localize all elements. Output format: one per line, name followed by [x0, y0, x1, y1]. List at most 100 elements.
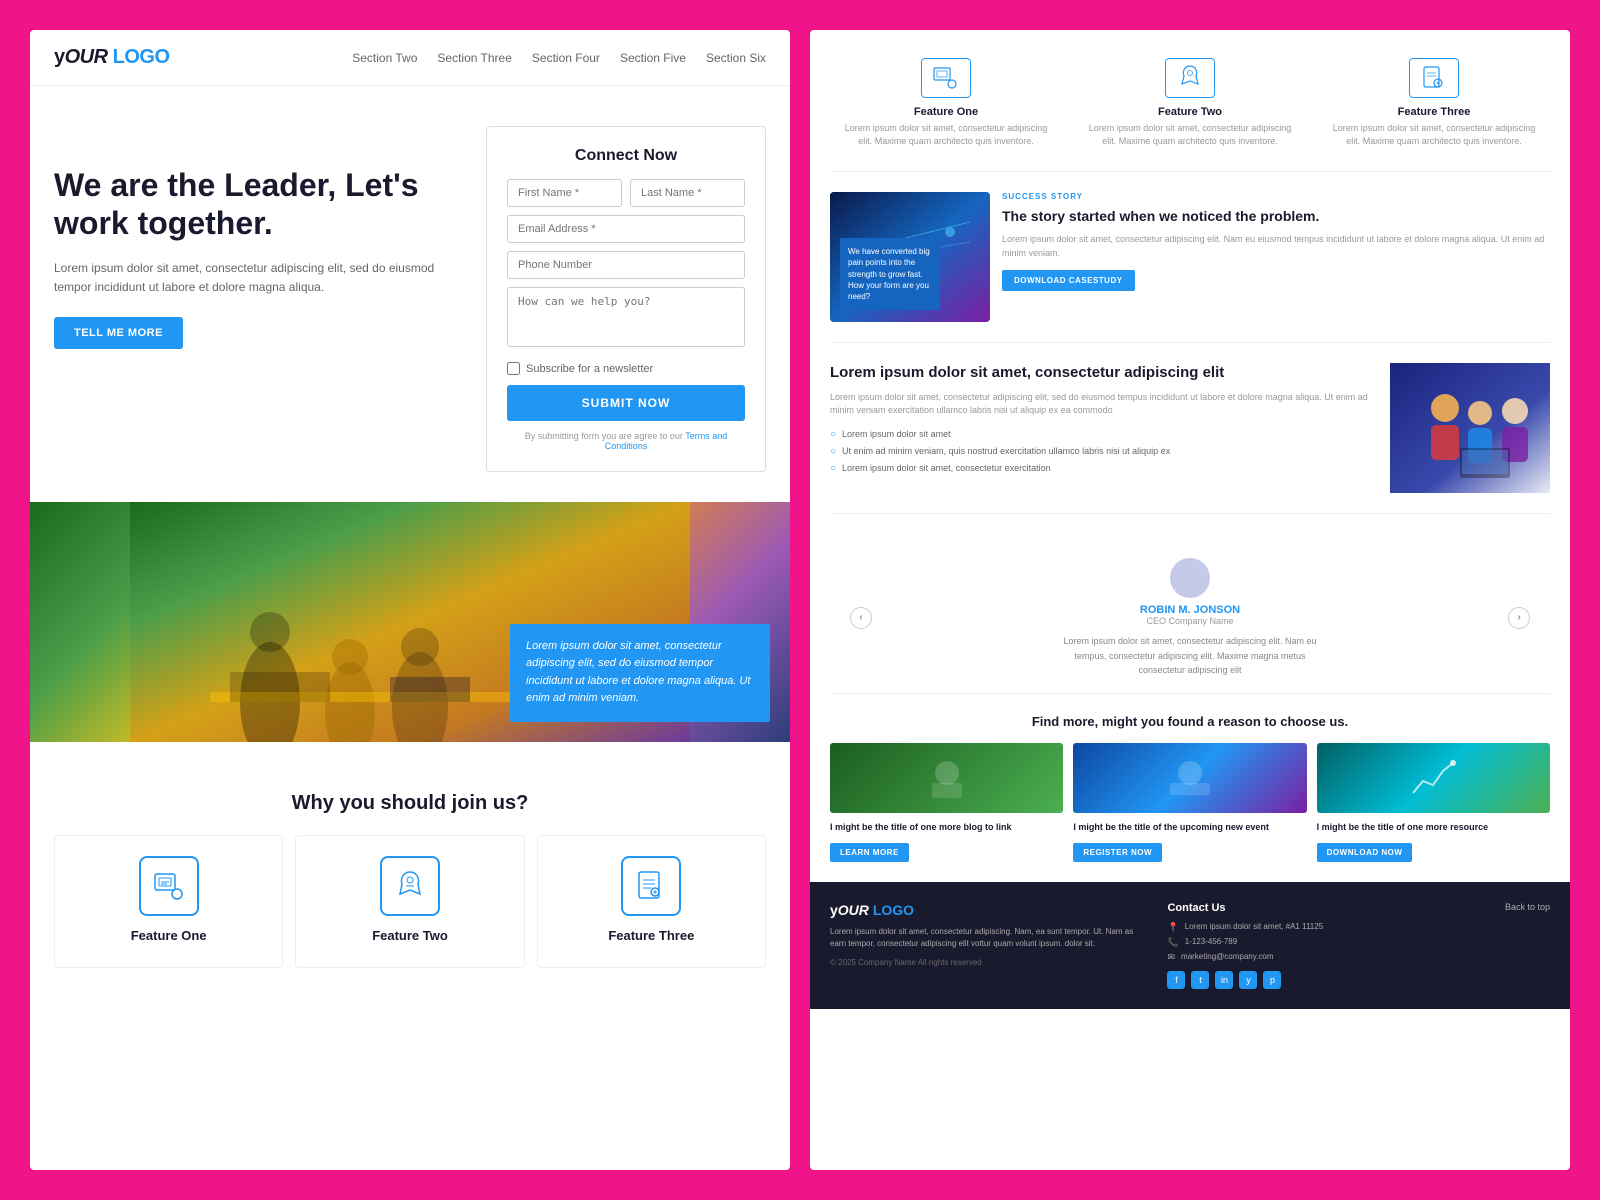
- about-list-item-1: Lorem ipsum dolor sit amet: [830, 426, 1378, 443]
- team-photo-section: Lorem ipsum dolor sit amet, consectetur …: [30, 502, 790, 742]
- top-feature-two-icon: [1165, 58, 1215, 98]
- footer-copyright: © 2025 Company Name All rights reserved: [830, 958, 1147, 967]
- story-overlay-text: We have converted big pain points into t…: [840, 238, 940, 310]
- register-now-button[interactable]: REGISTER NOW: [1073, 843, 1162, 862]
- tell-me-more-button[interactable]: TELL ME MORE: [54, 317, 183, 349]
- story-badge: SUCCESS STORY: [1002, 192, 1550, 201]
- footer-brand: yOUR LOGO Lorem ipsum dolor sit amet, co…: [830, 902, 1147, 967]
- feature-three-name: Feature Three: [550, 928, 753, 943]
- top-feature-2: Feature Two Lorem ipsum dolor sit amet, …: [1074, 50, 1306, 155]
- subscribe-row: Subscribe for a newsletter: [507, 362, 745, 375]
- facebook-icon[interactable]: f: [1167, 971, 1185, 989]
- story-image: We have converted big pain points into t…: [830, 192, 990, 322]
- right-panel: Feature One Lorem ipsum dolor sit amet, …: [810, 30, 1570, 1170]
- feature-card-1: Feature One: [54, 835, 283, 968]
- feature-one-icon: [139, 856, 199, 916]
- top-feature-three-icon: [1409, 58, 1459, 98]
- blog-image-3: [1317, 743, 1550, 813]
- why-join-title: Why you should join us?: [54, 792, 766, 815]
- testimonial-section: ‹ ROBIN M. JONSON CEO Company Name Lorem…: [830, 534, 1550, 694]
- nav-section-three[interactable]: Section Three: [437, 51, 512, 65]
- testimonial-name: ROBIN M. JONSON: [872, 604, 1508, 616]
- top-feature-one-icon: [921, 58, 971, 98]
- blog-title-3: I might be the title of one more resourc…: [1317, 821, 1550, 834]
- footer-contact: Contact Us 📍 Lorem ipsum dolor sit amet,…: [1167, 902, 1484, 989]
- features-row: Feature One Feature Two: [54, 835, 766, 968]
- logo: yOUR LOGO: [54, 46, 170, 69]
- top-feature-one-desc: Lorem ipsum dolor sit amet, consectetur …: [838, 122, 1054, 147]
- testimonial-avatar: [1170, 558, 1210, 598]
- nav-section-six[interactable]: Section Six: [706, 51, 766, 65]
- hero-section: We are the Leader, Let's work together. …: [30, 86, 790, 502]
- testimonial-text: Lorem ipsum dolor sit amet, consectetur …: [1060, 634, 1320, 677]
- download-casestudy-button[interactable]: DOWNLOAD CASESTUDY: [1002, 270, 1135, 291]
- about-content: Lorem ipsum dolor sit amet, consectetur …: [830, 363, 1378, 493]
- back-to-top-link[interactable]: Back to top: [1505, 902, 1550, 912]
- top-feature-1: Feature One Lorem ipsum dolor sit amet, …: [830, 50, 1062, 155]
- left-panel: yOUR LOGO Section Two Section Three Sect…: [30, 30, 790, 1170]
- footer-logo: yOUR LOGO: [830, 902, 1147, 918]
- learn-more-button[interactable]: LEARN MORE: [830, 843, 909, 862]
- form-disclaimer: By submitting form you are agree to our …: [507, 431, 745, 451]
- blog-image-2: [1073, 743, 1306, 813]
- testimonial-role: CEO Company Name: [872, 616, 1508, 626]
- download-now-button[interactable]: DOWNLOAD NOW: [1317, 843, 1413, 862]
- message-textarea[interactable]: [507, 287, 745, 347]
- about-image: [1390, 363, 1550, 493]
- success-story-section: We have converted big pain points into t…: [830, 192, 1550, 343]
- first-name-input[interactable]: [507, 179, 622, 207]
- logo-text-your: yOUR: [54, 46, 108, 68]
- email-input[interactable]: [507, 215, 745, 243]
- connect-form: Connect Now Subscribe for a newsletter: [486, 126, 766, 472]
- about-list-item-3: Lorem ipsum dolor sit amet, consectetur …: [830, 460, 1378, 477]
- nav-section-four[interactable]: Section Four: [532, 51, 600, 65]
- about-description: Lorem ipsum dolor sit amet, consectetur …: [830, 391, 1378, 418]
- location-icon: 📍: [1167, 922, 1178, 933]
- testimonial-next-button[interactable]: ›: [1508, 607, 1530, 629]
- navigation: yOUR LOGO Section Two Section Three Sect…: [30, 30, 790, 86]
- email-icon: ✉: [1167, 952, 1175, 963]
- about-list: Lorem ipsum dolor sit amet Ut enim ad mi…: [830, 426, 1378, 477]
- last-name-input[interactable]: [630, 179, 745, 207]
- youtube-icon[interactable]: y: [1239, 971, 1257, 989]
- form-title: Connect Now: [507, 147, 745, 165]
- blog-title-1: I might be the title of one more blog to…: [830, 821, 1063, 834]
- blog-card-1: I might be the title of one more blog to…: [830, 743, 1063, 862]
- top-feature-three-name: Feature Three: [1326, 106, 1542, 118]
- hero-text: We are the Leader, Let's work together. …: [54, 126, 466, 349]
- blog-title-2: I might be the title of the upcoming new…: [1073, 821, 1306, 834]
- linkedin-icon[interactable]: in: [1215, 971, 1233, 989]
- story-title: The story started when we noticed the pr…: [1002, 207, 1550, 225]
- nav-section-five[interactable]: Section Five: [620, 51, 686, 65]
- top-feature-one-name: Feature One: [838, 106, 1054, 118]
- footer-description: Lorem ipsum dolor sit amet, consectetur …: [830, 926, 1147, 950]
- phone-icon: 📞: [1167, 937, 1178, 948]
- footer-phone: 📞 1-123-456-789: [1167, 937, 1484, 948]
- feature-three-icon: [621, 856, 681, 916]
- top-features-section: Feature One Lorem ipsum dolor sit amet, …: [830, 50, 1550, 172]
- story-description: Lorem ipsum dolor sit amet, consectetur …: [1002, 233, 1550, 260]
- page-wrapper: yOUR LOGO Section Two Section Three Sect…: [30, 30, 1570, 1170]
- footer-email: ✉ marketing@company.com: [1167, 952, 1484, 963]
- phone-input[interactable]: [507, 251, 745, 279]
- right-footer: yOUR LOGO Lorem ipsum dolor sit amet, co…: [810, 882, 1570, 1009]
- blog-image-1: [830, 743, 1063, 813]
- footer-contact-title: Contact Us: [1167, 902, 1484, 914]
- hero-title: We are the Leader, Let's work together.: [54, 166, 466, 243]
- top-feature-two-desc: Lorem ipsum dolor sit amet, consectetur …: [1082, 122, 1298, 147]
- blog-card-2: I might be the title of the upcoming new…: [1073, 743, 1306, 862]
- submit-button[interactable]: SUBMIT NOW: [507, 385, 745, 421]
- subscribe-checkbox[interactable]: [507, 362, 520, 375]
- name-row: [507, 179, 745, 207]
- about-list-item-2: Ut enim ad minim veniam, quis nostrud ex…: [830, 443, 1378, 460]
- twitter-icon[interactable]: t: [1191, 971, 1209, 989]
- nav-section-two[interactable]: Section Two: [352, 51, 417, 65]
- pinterest-icon[interactable]: p: [1263, 971, 1281, 989]
- hero-description: Lorem ipsum dolor sit amet, consectetur …: [54, 259, 466, 297]
- about-section: Lorem ipsum dolor sit amet, consectetur …: [830, 363, 1550, 514]
- testimonial-prev-button[interactable]: ‹: [850, 607, 872, 629]
- feature-two-icon: [380, 856, 440, 916]
- blog-cards: I might be the title of one more blog to…: [830, 743, 1550, 862]
- about-title: Lorem ipsum dolor sit amet, consectetur …: [830, 363, 1378, 383]
- feature-one-name: Feature One: [67, 928, 270, 943]
